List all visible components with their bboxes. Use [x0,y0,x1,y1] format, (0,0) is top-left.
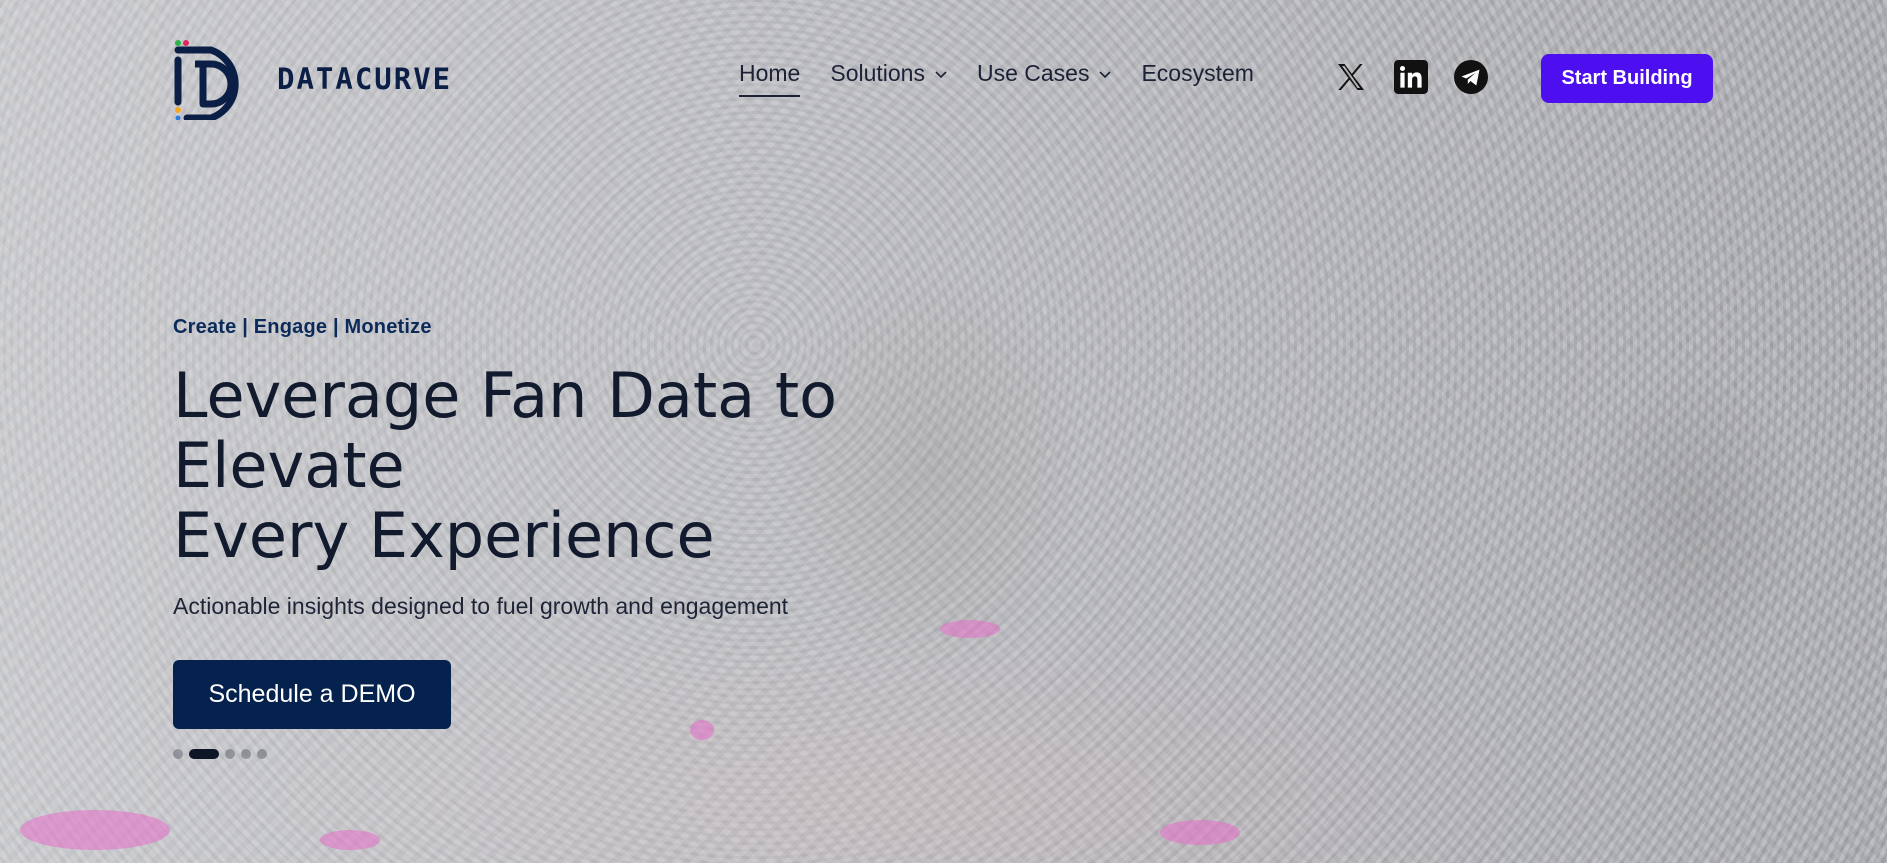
social-links [1334,60,1488,94]
background-decoration [320,830,380,850]
hero-subheadline: Actionable insights designed to fuel gro… [173,593,789,619]
nav-item-use-cases[interactable]: Use Cases [976,60,1112,97]
chevron-down-icon [1099,70,1112,78]
schedule-demo-button[interactable]: Schedule a DEMO [173,660,451,729]
carousel-dot-1[interactable] [173,749,183,759]
nav-item-home[interactable]: Home [739,60,801,97]
linkedin-icon[interactable] [1394,60,1428,94]
hero-tagline: Create | Engage | Monetize [173,316,432,338]
nav-item-label: Ecosystem [1141,60,1254,86]
hero-headline-line-1: Leverage Fan Data to Elevate [173,359,838,502]
background-decoration [1160,820,1240,845]
nav-item-label: Solutions [830,60,925,86]
brand-logo[interactable]: DATACURVE [173,38,452,120]
nav-item-ecosystem[interactable]: Ecosystem [1141,60,1253,97]
brand-name: DATACURVE [277,62,453,96]
nav-item-label: Home [739,60,801,86]
background-decoration [20,810,170,850]
site-header: DATACURVE Home Solutions Use Cases Ecosy… [0,0,1887,160]
carousel-dot-5[interactable] [257,749,267,759]
carousel-dot-2[interactable] [189,749,219,759]
main-navigation: Home Solutions Use Cases Ecosystem [739,60,1254,97]
nav-item-label: Use Cases [976,60,1090,86]
chevron-down-icon [935,70,947,78]
hero-headline-line-2: Every Experience [173,499,715,572]
datacurve-logo-icon [174,40,239,120]
hero-headline: Leverage Fan Data to Elevate Every Exper… [173,361,1073,571]
hero-section: Create | Engage | Monetize Leverage Fan … [173,316,1073,729]
x-twitter-icon[interactable] [1334,60,1368,94]
telegram-icon[interactable] [1454,60,1488,94]
nav-item-solutions[interactable]: Solutions [830,60,947,97]
carousel-pagination [173,749,267,759]
carousel-dot-4[interactable] [241,749,251,759]
carousel-dot-3[interactable] [225,749,235,759]
start-building-button[interactable]: Start Building [1541,54,1713,103]
